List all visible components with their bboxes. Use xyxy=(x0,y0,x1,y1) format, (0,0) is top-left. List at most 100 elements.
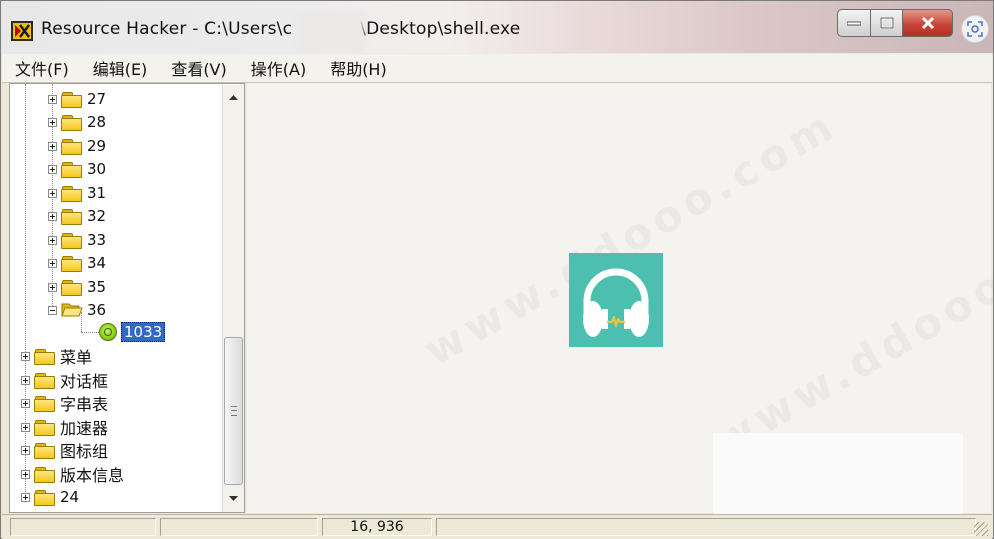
resource-icon-preview xyxy=(569,253,663,347)
tree-node-label: 27 xyxy=(87,90,107,108)
scroll-down-button[interactable] xyxy=(223,488,244,508)
tree-node-folder[interactable]: 加速器 xyxy=(21,416,108,438)
folder-icon xyxy=(34,489,55,506)
tree-node-label: 29 xyxy=(87,137,107,155)
expand-icon[interactable] xyxy=(48,141,57,151)
folder-icon xyxy=(61,161,82,178)
close-icon xyxy=(921,16,934,30)
watermark-patch xyxy=(713,433,963,519)
menu-help[interactable]: 帮助(H) xyxy=(319,56,398,80)
tree-node-label: 24 xyxy=(60,488,80,506)
title-bar[interactable]: Resource Hacker - C:\Users\c \Desktop\she… xyxy=(1,1,993,53)
window-title-path-end: \Desktop\shell.exe xyxy=(360,19,521,39)
tree-node-label: 图标组 xyxy=(60,442,109,461)
expand-icon[interactable] xyxy=(48,211,57,221)
tree-node-folder[interactable]: 32 xyxy=(48,205,106,227)
expand-icon[interactable] xyxy=(21,375,30,385)
menu-view[interactable]: 查看(V) xyxy=(160,56,237,80)
tree-node-label: 30 xyxy=(87,160,107,178)
status-cell-offset: 16, 936 xyxy=(322,518,432,536)
tree-node-folder[interactable]: 版本信息 xyxy=(21,463,124,485)
tree-node-folder[interactable]: 24 xyxy=(21,486,79,508)
tree-node-folder[interactable]: 35 xyxy=(48,276,106,298)
menu-file[interactable]: 文件(F) xyxy=(4,56,80,80)
scrollbar-thumb[interactable] xyxy=(224,337,243,485)
tree-node-folder[interactable]: 菜单 xyxy=(21,345,92,367)
folder-icon xyxy=(34,348,55,365)
tree-node-folder[interactable]: 29 xyxy=(48,135,106,157)
tree-node-label: 32 xyxy=(87,207,107,225)
menu-action[interactable]: 操作(A) xyxy=(240,56,317,80)
folder-icon xyxy=(61,255,82,272)
window-title-path-start: Resource Hacker - C:\Users\c xyxy=(41,19,293,39)
folder-icon xyxy=(61,279,82,296)
folder-icon xyxy=(34,466,55,483)
folder-icon xyxy=(61,138,82,155)
redacted-username xyxy=(298,11,364,53)
status-cell-4 xyxy=(436,518,976,536)
arrow-down-icon xyxy=(229,495,238,501)
scroll-up-button[interactable] xyxy=(223,87,244,107)
tree-node-label: 36 xyxy=(87,301,107,319)
minimize-button[interactable] xyxy=(837,9,871,37)
headphones-icon xyxy=(583,268,649,337)
tree-vertical-scrollbar[interactable] xyxy=(222,85,244,512)
tree-node-label-selected: 1033 xyxy=(121,322,166,342)
expand-icon[interactable] xyxy=(48,94,57,104)
tree-node-folder[interactable]: 对话框 xyxy=(21,369,108,391)
tree-node-folder[interactable]: 字串表 xyxy=(21,392,108,414)
window-title: Resource Hacker - C:\Users\c \Desktop\she… xyxy=(41,19,520,39)
resource-gear-icon xyxy=(99,323,117,341)
tree-node-label: 字串表 xyxy=(60,395,109,414)
close-button[interactable] xyxy=(903,9,953,37)
expand-icon[interactable] xyxy=(48,235,57,245)
folder-icon xyxy=(34,395,55,412)
expand-icon[interactable] xyxy=(21,422,30,432)
expand-icon[interactable] xyxy=(21,492,30,502)
expand-icon[interactable] xyxy=(48,258,57,268)
tree-node-label: 31 xyxy=(87,184,107,202)
tree-node-resource-selected[interactable]: 1033 xyxy=(99,321,166,343)
menu-edit[interactable]: 编辑(E) xyxy=(82,56,159,80)
expand-icon[interactable] xyxy=(21,351,30,361)
watermark: www.ddooo.com xyxy=(706,189,994,466)
expand-icon[interactable] xyxy=(48,117,57,127)
expand-icon[interactable] xyxy=(48,188,57,198)
folder-icon xyxy=(61,232,82,249)
grip-icon xyxy=(230,406,237,416)
expand-icon[interactable] xyxy=(21,469,30,479)
tree-node-label: 菜单 xyxy=(60,348,93,367)
folder-icon xyxy=(61,91,82,108)
expand-icon[interactable] xyxy=(21,445,30,455)
tree-node-folder[interactable]: 28 xyxy=(48,111,106,133)
folder-icon xyxy=(61,114,82,131)
expand-icon[interactable] xyxy=(48,282,57,292)
tree-node-folder[interactable]: 图标组 xyxy=(21,439,108,461)
tree-node-folder[interactable]: 27 xyxy=(48,88,106,110)
expand-icon[interactable] xyxy=(21,398,30,408)
status-cell-2 xyxy=(160,518,318,536)
folder-icon xyxy=(34,442,55,459)
tree-node-folder[interactable]: 34 xyxy=(48,252,106,274)
status-bar: 16, 936 xyxy=(2,514,992,539)
screenshot-capture-button[interactable] xyxy=(961,15,989,43)
tree-node-folder[interactable]: 33 xyxy=(48,229,106,251)
maximize-button[interactable] xyxy=(871,9,903,37)
folder-icon xyxy=(34,372,55,389)
resource-preview-pane: www.ddooo.com www.ddooo.com xyxy=(247,83,994,519)
minimize-icon xyxy=(847,21,861,26)
tree-node-folder[interactable]: 30 xyxy=(48,158,106,180)
open-folder-icon xyxy=(61,303,83,317)
tree-node-folder[interactable]: 31 xyxy=(48,182,106,204)
expand-icon[interactable] xyxy=(48,164,57,174)
resource-tree[interactable]: 27 28 29 30 31 32 33 34 35 36 1033 菜单 对话… xyxy=(9,83,245,513)
tree-node-label: 版本信息 xyxy=(60,466,125,485)
tree-node-label: 33 xyxy=(87,231,107,249)
tree-node-folder-expanded[interactable]: 36 xyxy=(48,299,106,321)
tree-node-label: 对话框 xyxy=(60,372,109,391)
resize-grip-icon[interactable] xyxy=(974,522,988,536)
menu-bar: 文件(F) 编辑(E) 查看(V) 操作(A) 帮助(H) xyxy=(2,54,992,83)
tree-guide-line xyxy=(81,332,99,333)
collapse-icon[interactable] xyxy=(48,305,57,315)
arrow-up-icon xyxy=(229,94,238,100)
